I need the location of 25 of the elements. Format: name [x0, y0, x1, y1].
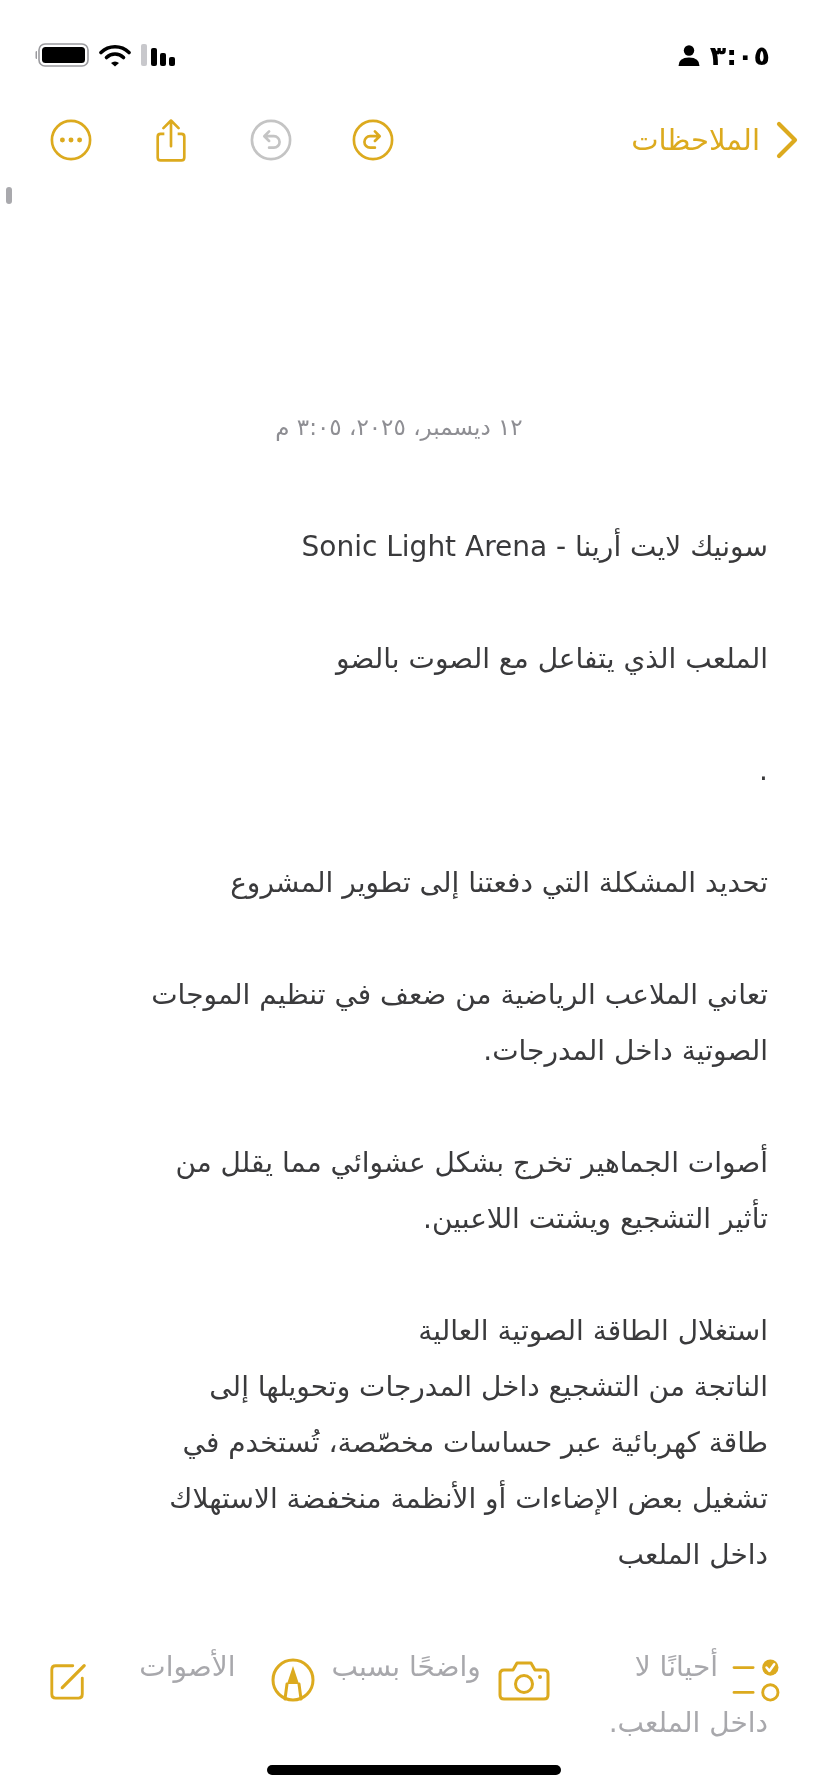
note-paragraph: تعاني الملاعب الرياضية من ضعف في تنظيم الموجات الصوتية داخل المدرجات. [150, 977, 768, 1069]
checklist-icon [732, 1658, 780, 1702]
faded-text: واضحًا بسبب [331, 1649, 481, 1685]
scroll-indicator [6, 187, 12, 204]
faded-text: أحيانًا لا [634, 1647, 718, 1685]
undo-button[interactable] [352, 119, 394, 161]
note-paragraph: الملعب الذي يتفاعل مع الصوت بالضو [333, 641, 768, 677]
status-time: ٣:٠٥ [709, 39, 770, 71]
chevron-icon [776, 121, 798, 159]
more-icon [50, 119, 92, 161]
note-date: ١٢ ديسمبر، ٢٠٢٥، ٣:٠٥ م [274, 413, 524, 443]
note-paragraph: أصوات الجماهير تخرج بشكل عشوائي مما يقلل من تأثير التشجيع ويشتت اللاعبين. [174, 1143, 768, 1237]
battery-icon [35, 43, 89, 67]
wifi-icon [99, 43, 131, 67]
faded-text: الأصوات [139, 1648, 236, 1685]
more-button[interactable] [50, 119, 92, 161]
markup-icon [271, 1658, 316, 1702]
back-button[interactable]: الملاحظات [631, 121, 798, 159]
note-paragraph: استغلال الطاقة الصوتية العالية الناتجة من التشجيع داخل المدرجات وتحويلها إلى طاقة كهربائية عبر حساسات مخصّصة، تُستخدم في تشغيل بعض الإضاءات أو الأنظمة منخفضة الاستهلاك داخل الملعب [168, 1313, 768, 1573]
note-paragraph: سونيك لايت أرينا - Sonic Light Arena [300, 527, 768, 565]
note-paragraph: تحديد المشكلة التي دفعتنا إلى تطوير المشروع [229, 865, 768, 901]
faded-text: داخل الملعب. [608, 1705, 768, 1741]
camera-icon [497, 1659, 550, 1701]
note-paragraph: . [758, 753, 768, 789]
person-icon [677, 44, 700, 66]
